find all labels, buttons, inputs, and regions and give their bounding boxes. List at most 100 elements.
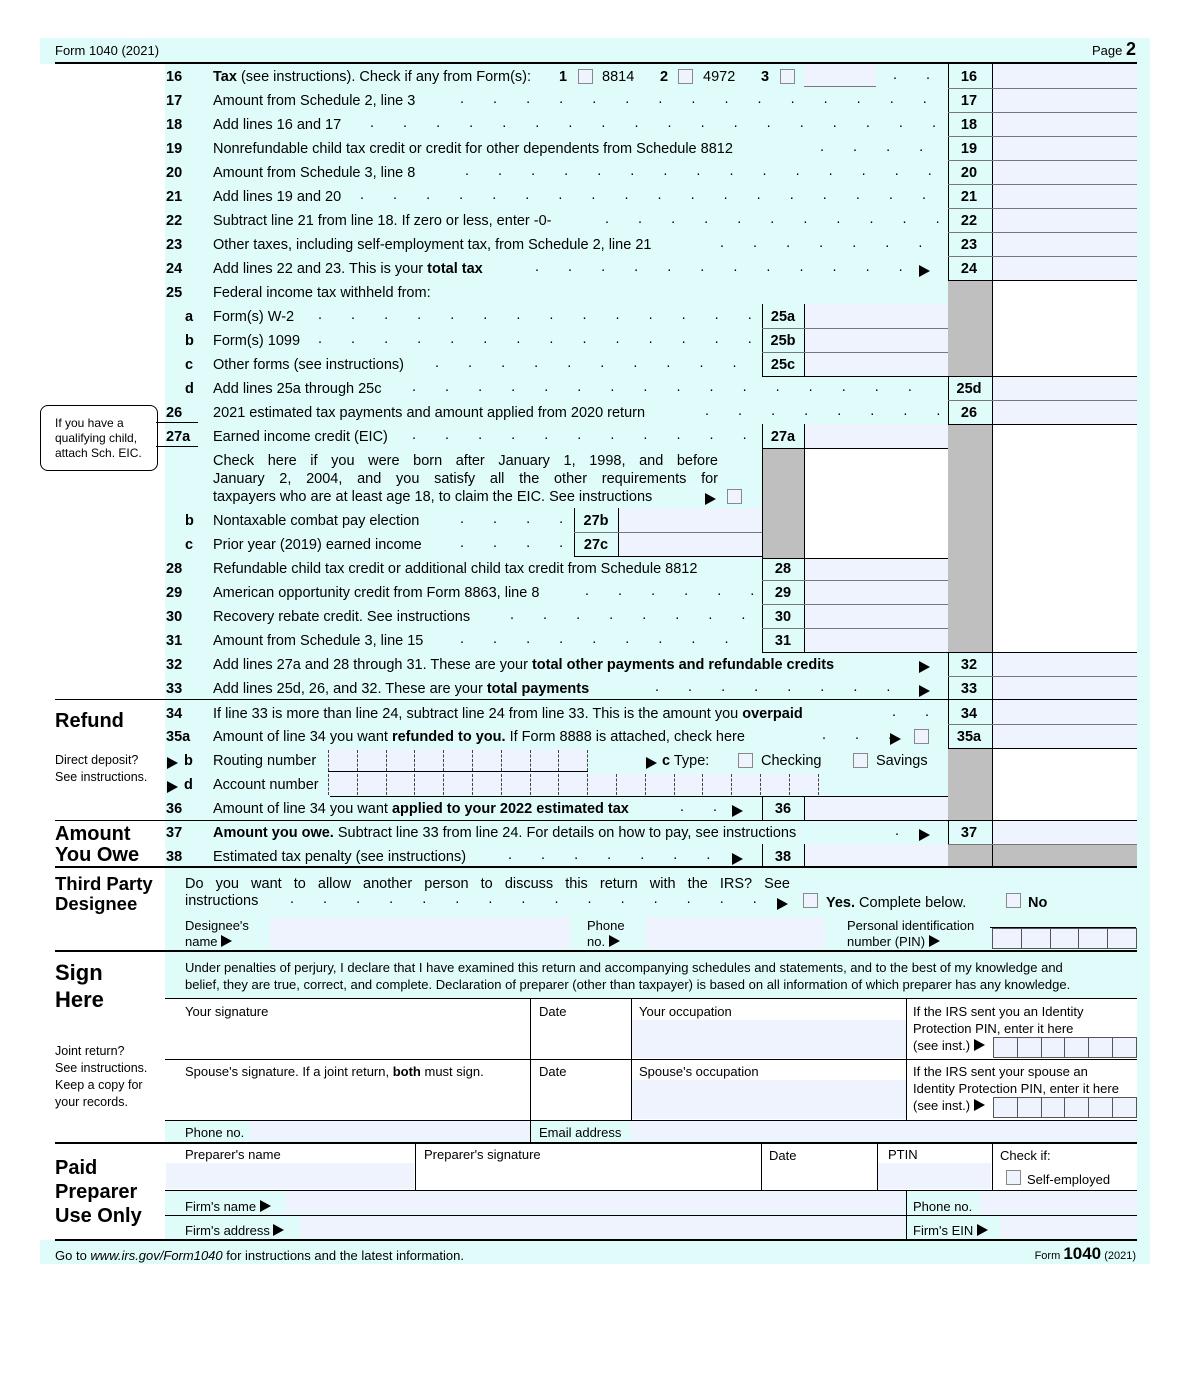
ptin-input[interactable]	[878, 1163, 991, 1189]
line33-amount[interactable]	[993, 677, 1137, 699]
line20-amount[interactable]	[993, 161, 1137, 183]
pin-digit-box[interactable]	[1016, 1037, 1042, 1058]
preparer-date-field[interactable]	[762, 1163, 876, 1189]
line31-amount[interactable]	[805, 629, 948, 651]
designee-phone-input[interactable]	[645, 917, 825, 949]
leader-dots: . . .	[822, 727, 892, 743]
pin-digit-box[interactable]	[1016, 1097, 1042, 1118]
digit-separator	[443, 750, 445, 771]
self-employed-checkbox[interactable]	[1006, 1170, 1021, 1185]
spouse-occupation-input[interactable]	[632, 1080, 906, 1119]
designee-yes-checkbox[interactable]	[803, 893, 818, 908]
leader-dots: . . . . . . . . . . . . . .	[605, 211, 940, 227]
line26-amount[interactable]	[993, 401, 1137, 423]
line27c-amount[interactable]	[619, 533, 762, 555]
pin-digit-box[interactable]	[1064, 1037, 1090, 1058]
form-4972-checkbox[interactable]	[678, 69, 693, 84]
line37-amount[interactable]	[993, 821, 1137, 843]
your-signature-field[interactable]	[166, 1020, 529, 1058]
line-box-number: 16	[960, 69, 978, 85]
line-number: 20	[166, 165, 183, 181]
line16-form3-input[interactable]	[804, 64, 876, 86]
pin-digit-box[interactable]	[993, 1037, 1018, 1058]
pin-digit-box[interactable]	[1040, 1037, 1066, 1058]
spouse-date-field[interactable]	[531, 1080, 630, 1119]
spouse-ip-pin-label: (see inst.)	[913, 1098, 985, 1114]
email-input[interactable]	[631, 1121, 1137, 1141]
line38-amount[interactable]	[805, 845, 948, 866]
line28-amount[interactable]	[805, 559, 948, 580]
pin-digit-box[interactable]	[1078, 928, 1109, 949]
line21-amount[interactable]	[993, 185, 1137, 207]
pin-digit-box[interactable]	[1064, 1097, 1090, 1118]
your-occupation-input[interactable]	[632, 1020, 906, 1058]
your-date-field[interactable]	[531, 1020, 630, 1058]
firm-phone-input[interactable]	[980, 1191, 1137, 1214]
line30-amount[interactable]	[805, 605, 948, 627]
line29-amount[interactable]	[805, 581, 948, 603]
designee-name-input[interactable]	[270, 917, 570, 949]
leader-dots: . . . . . . . . .	[508, 847, 728, 863]
pin-digit-box[interactable]	[1088, 1037, 1113, 1058]
designee-name-label: name	[185, 934, 233, 950]
line27b-label: Nontaxable combat pay election	[213, 513, 420, 529]
line23-amount[interactable]	[993, 233, 1137, 255]
pin-digit-box[interactable]	[1112, 1037, 1137, 1058]
line27a-amount[interactable]	[805, 425, 948, 447]
designee-no-checkbox[interactable]	[1006, 893, 1021, 908]
firm-name-input[interactable]	[285, 1191, 905, 1214]
pin-digit-box[interactable]	[993, 1097, 1018, 1118]
rule	[762, 652, 948, 653]
form-8814-checkbox[interactable]	[578, 69, 593, 84]
checking-checkbox[interactable]	[738, 753, 753, 768]
spouse-signature-field[interactable]	[166, 1080, 529, 1119]
pin-digit-box[interactable]	[1040, 1097, 1066, 1118]
preparer-name-input[interactable]	[166, 1163, 414, 1189]
amount-owe-heading: Amount	[55, 823, 131, 845]
line-box-number: 18	[960, 117, 978, 133]
line27b-amount[interactable]	[619, 509, 762, 531]
line17-amount[interactable]	[993, 89, 1137, 111]
line19-amount[interactable]	[993, 137, 1137, 159]
phone-input[interactable]	[250, 1121, 530, 1141]
form-8888-checkbox[interactable]	[914, 729, 929, 744]
line25b-amount[interactable]	[805, 329, 948, 351]
line24-amount[interactable]	[993, 257, 1137, 279]
refund-heading: Refund	[55, 710, 124, 732]
line-number: 28	[166, 561, 183, 577]
spouse-occupation-label: Spouse's occupation	[639, 1064, 759, 1079]
firm-address-input[interactable]	[300, 1216, 905, 1238]
pin-digit-box[interactable]	[1112, 1097, 1137, 1118]
line25d-amount[interactable]	[993, 377, 1137, 399]
firm-ein-input[interactable]	[1000, 1216, 1137, 1238]
rule	[948, 844, 1137, 845]
pin-digit-box[interactable]	[1020, 928, 1051, 949]
pin-digit-box[interactable]	[1107, 928, 1137, 949]
line-number: 19	[166, 141, 183, 157]
line35a-amount[interactable]	[993, 725, 1137, 747]
account-number-input[interactable]	[328, 773, 820, 795]
line32-amount[interactable]	[993, 653, 1137, 675]
line34-amount[interactable]	[993, 701, 1137, 723]
pin-digit-box[interactable]	[1049, 928, 1080, 949]
line16-amount[interactable]	[993, 65, 1137, 87]
form-3-checkbox[interactable]	[780, 69, 795, 84]
ptin-label: PTIN	[888, 1147, 918, 1162]
line26-label: 2021 estimated tax payments and amount a…	[213, 405, 646, 421]
line36-amount[interactable]	[805, 797, 948, 819]
savings-checkbox[interactable]	[853, 753, 868, 768]
arrow-icon	[167, 779, 178, 797]
pin-digit-box[interactable]	[992, 928, 1022, 949]
eic-age-checkbox[interactable]	[727, 489, 742, 504]
line25a-amount[interactable]	[805, 305, 948, 327]
line18-amount[interactable]	[993, 113, 1137, 135]
pin-digit-box[interactable]	[1088, 1097, 1113, 1118]
leader-dots: . . . . . . .	[585, 583, 758, 599]
routing-number-input[interactable]	[328, 749, 588, 771]
callout-text: attach Sch. EIC.	[55, 446, 142, 460]
line22-amount[interactable]	[993, 209, 1137, 231]
line25c-amount[interactable]	[805, 353, 948, 375]
leader-dots: . . . . . . . . . . . .	[460, 631, 758, 647]
preparer-signature-field[interactable]	[416, 1163, 760, 1189]
arrow-icon	[777, 896, 788, 914]
